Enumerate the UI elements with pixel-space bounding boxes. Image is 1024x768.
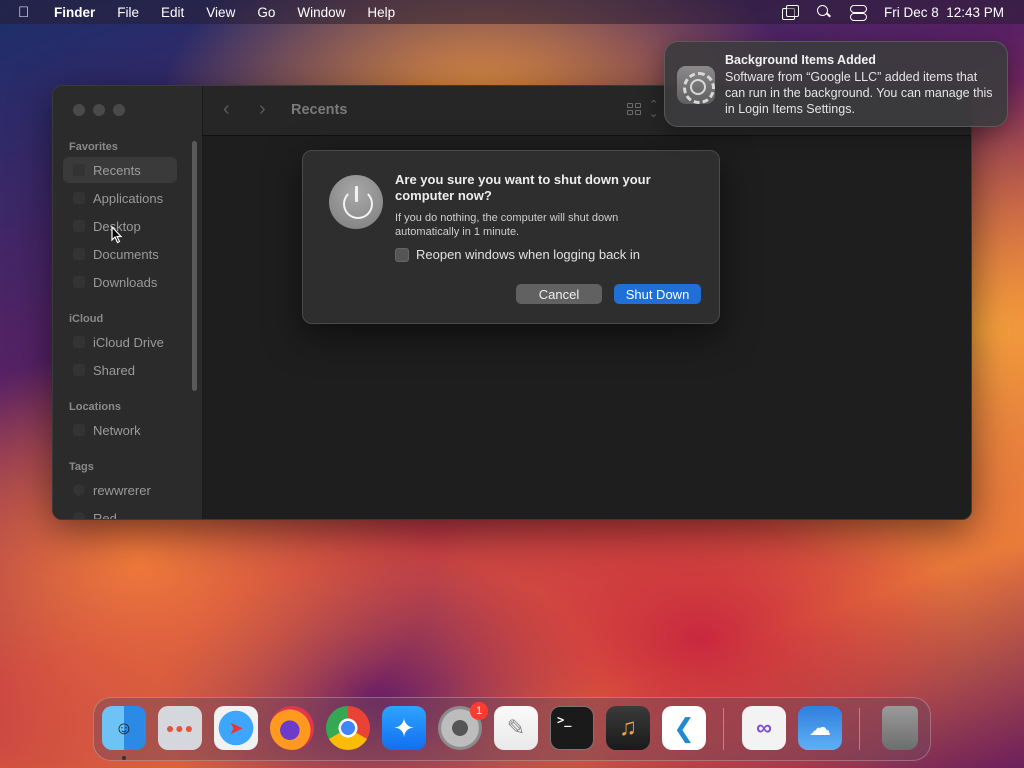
back-chevron-icon[interactable]: ‹ xyxy=(223,98,230,121)
sidebar-item-label: iCloud Drive xyxy=(93,334,164,350)
textedit-icon[interactable]: ✎ xyxy=(494,706,538,750)
chrome-icon[interactable] xyxy=(326,706,370,750)
cloud-sun-icon: ☁ xyxy=(809,715,831,740)
vscode-icon[interactable]: ❮ xyxy=(662,706,706,750)
forward-chevron-icon[interactable]: › xyxy=(259,98,266,121)
shut-down-button[interactable]: Shut Down xyxy=(614,284,701,304)
sidebar-item-documents[interactable]: Documents xyxy=(63,241,177,267)
visual-studio-logo-icon: ∞ xyxy=(756,715,772,740)
desktop-icon xyxy=(73,220,85,232)
compass-icon: ➤ xyxy=(228,717,244,738)
section-icloud: iCloud xyxy=(69,313,104,325)
firefox-icon[interactable] xyxy=(270,706,314,750)
menu-bar:  Finder File Edit View Go Window Help F… xyxy=(0,0,1024,24)
section-tags: Tags xyxy=(69,461,94,473)
menu-view[interactable]: View xyxy=(206,5,235,20)
close-window-button[interactable] xyxy=(73,104,85,116)
grid-view-icon[interactable] xyxy=(627,103,643,117)
document-icon xyxy=(73,248,85,260)
dock-separator xyxy=(723,708,724,750)
sidebar-item-network[interactable]: Network xyxy=(63,417,177,443)
app-store-icon[interactable]: ✦ xyxy=(382,706,426,750)
shared-folder-icon xyxy=(73,364,85,376)
system-settings-icon xyxy=(677,66,715,104)
window-title: Recents xyxy=(291,102,348,118)
launchpad-grid-icon: ●●● xyxy=(165,720,195,736)
guitar-icon: ♫ xyxy=(619,714,637,741)
shutdown-dialog: Are you sure you want to shut down your … xyxy=(302,150,720,324)
garageband-icon[interactable]: ♫ xyxy=(606,706,650,750)
applications-icon xyxy=(73,192,85,204)
sidebar-item-label: Red xyxy=(93,510,117,520)
prompt-icon: >_ xyxy=(557,713,572,727)
sidebar-item-recents[interactable]: Recents xyxy=(63,157,177,183)
sidebar-item-applications[interactable]: Applications xyxy=(63,185,177,211)
menu-edit[interactable]: Edit xyxy=(161,5,184,20)
download-icon xyxy=(73,276,85,288)
sidebar-item-label: rewwrerer xyxy=(93,482,151,498)
launchpad-icon[interactable]: ●●● xyxy=(158,706,202,750)
sidebar-item-tag-red[interactable]: Red xyxy=(63,505,177,520)
app-store-a-icon: ✦ xyxy=(393,712,415,743)
apple-menu-icon[interactable]:  xyxy=(18,4,36,21)
reopen-windows-label: Reopen windows when logging back in xyxy=(416,247,641,262)
mouse-cursor-icon xyxy=(111,226,123,244)
background-items-notification[interactable]: Background Items Added Software from “Go… xyxy=(664,41,1008,127)
reopen-windows-option[interactable]: Reopen windows when logging back in xyxy=(395,247,640,262)
clock-icon xyxy=(73,164,85,176)
terminal-icon[interactable]: >_ xyxy=(550,706,594,750)
menu-go[interactable]: Go xyxy=(257,5,275,20)
spotlight-search-icon[interactable] xyxy=(816,5,832,19)
dialog-title: Are you sure you want to shut down your … xyxy=(395,172,651,203)
dock-separator xyxy=(859,708,860,750)
finder-face-icon: ☺ xyxy=(114,717,134,738)
safari-icon[interactable]: ➤ xyxy=(214,706,258,750)
screen-mirroring-icon[interactable] xyxy=(781,5,799,20)
finder-icon[interactable]: ☺ xyxy=(102,706,146,750)
zoom-window-button[interactable] xyxy=(113,104,125,116)
section-favorites: Favorites xyxy=(69,141,118,153)
cancel-button[interactable]: Cancel xyxy=(516,284,602,304)
trash-icon[interactable] xyxy=(882,706,918,750)
sidebar-item-icloud-drive[interactable]: iCloud Drive xyxy=(63,329,177,355)
tag-icon xyxy=(73,512,85,519)
finder-sidebar: Favorites Recents Applications Desktop D… xyxy=(53,86,203,519)
vscode-logo-icon: ❮ xyxy=(673,712,695,743)
dock: ☺ ●●● ➤ ✦ 1 ✎ >_ ♫ ❮ ∞ ☁ xyxy=(93,697,931,761)
sidebar-item-tag-rewwrerer[interactable]: rewwrerer xyxy=(63,477,177,503)
sidebar-item-label: Documents xyxy=(93,246,159,262)
sidebar-item-shared[interactable]: Shared xyxy=(63,357,177,383)
sidebar-item-downloads[interactable]: Downloads xyxy=(63,269,177,295)
running-indicator xyxy=(122,756,126,760)
pencil-icon: ✎ xyxy=(506,715,526,740)
notification-body: Software from “Google LLC” added items t… xyxy=(725,70,993,116)
menu-help[interactable]: Help xyxy=(367,5,395,20)
dialog-message: If you do nothing, the computer will shu… xyxy=(395,212,619,238)
tag-icon xyxy=(73,484,85,496)
reopen-windows-checkbox[interactable] xyxy=(395,247,409,262)
cloud-icon xyxy=(73,336,85,348)
settings-badge: 1 xyxy=(470,702,488,720)
menu-window[interactable]: Window xyxy=(297,5,345,20)
minimize-window-button[interactable] xyxy=(93,104,105,116)
section-locations: Locations xyxy=(69,401,121,413)
control-center-icon[interactable] xyxy=(849,5,867,21)
power-icon xyxy=(329,175,383,229)
visual-studio-icon[interactable]: ∞ xyxy=(742,706,786,750)
sidebar-item-label: Downloads xyxy=(93,274,158,290)
menu-file[interactable]: File xyxy=(117,5,139,20)
sidebar-item-label: Recents xyxy=(93,162,141,178)
sidebar-scrollbar[interactable] xyxy=(192,141,197,391)
menu-app-name[interactable]: Finder xyxy=(54,5,95,20)
menu-clock[interactable]: Fri Dec 8 12:43 PM xyxy=(884,5,1004,20)
sidebar-item-label: Applications xyxy=(93,190,164,206)
sidebar-item-label: Shared xyxy=(93,362,135,378)
weather-icon[interactable]: ☁ xyxy=(798,706,842,750)
view-options-chevron-icon[interactable]: ⌃ ⌄ xyxy=(649,100,658,120)
window-controls xyxy=(73,104,125,116)
sidebar-item-label: Network xyxy=(93,422,141,438)
notification-title: Background Items Added xyxy=(725,53,876,67)
network-icon xyxy=(73,424,85,436)
